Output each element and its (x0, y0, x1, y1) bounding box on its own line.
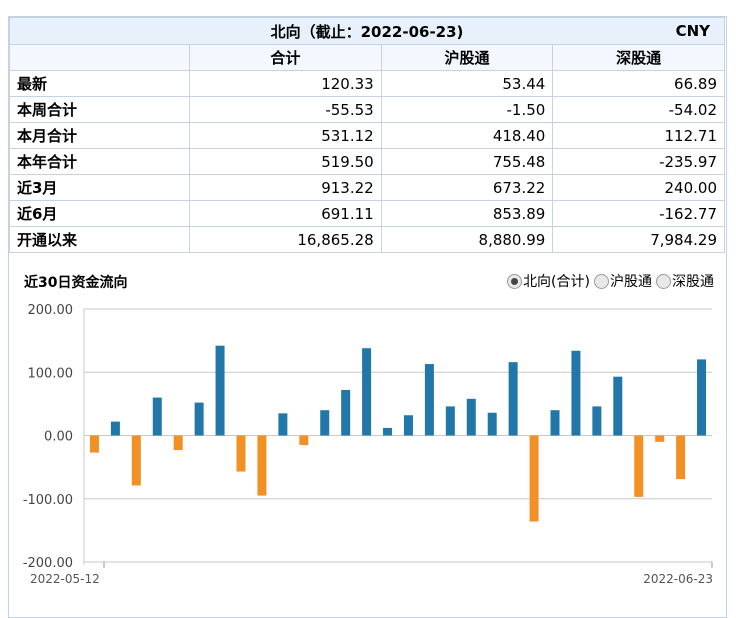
x-start-label: 2022-05-12 (30, 572, 100, 586)
bar (424, 364, 434, 436)
fund-flow-chart: 200.00 100.00 0.00 -100.00 -200.002022-05-12… (23, 303, 713, 586)
bar (299, 435, 309, 445)
bar (383, 427, 393, 436)
bar (634, 435, 644, 497)
bar (152, 397, 162, 436)
bar (215, 345, 225, 436)
bar (194, 402, 204, 436)
bar (341, 389, 351, 436)
bar (257, 435, 267, 496)
bar (676, 435, 686, 480)
y-tick-label: -200.00 (23, 556, 73, 571)
bar (466, 398, 476, 436)
bar (236, 435, 246, 472)
bar (445, 406, 455, 436)
bar (697, 359, 707, 436)
bar (173, 435, 183, 451)
bar (131, 435, 141, 486)
x-end-label: 2022-06-23 (643, 572, 713, 586)
bar (110, 421, 120, 436)
bar (655, 435, 665, 442)
bar (403, 415, 413, 436)
bar (320, 410, 330, 436)
y-tick-label: 100.00 (28, 366, 74, 381)
bar (508, 362, 518, 436)
bar (529, 435, 539, 522)
bar (550, 410, 560, 436)
bar (362, 348, 372, 436)
y-tick-label: 200.00 (28, 303, 74, 318)
bar (278, 413, 288, 436)
bar (592, 406, 602, 436)
y-tick-label: 0.00 (44, 430, 73, 445)
bar (487, 412, 497, 436)
bar (571, 350, 581, 436)
y-tick-label: -100.00 (23, 493, 73, 508)
bar (613, 376, 623, 436)
bar (89, 435, 99, 453)
